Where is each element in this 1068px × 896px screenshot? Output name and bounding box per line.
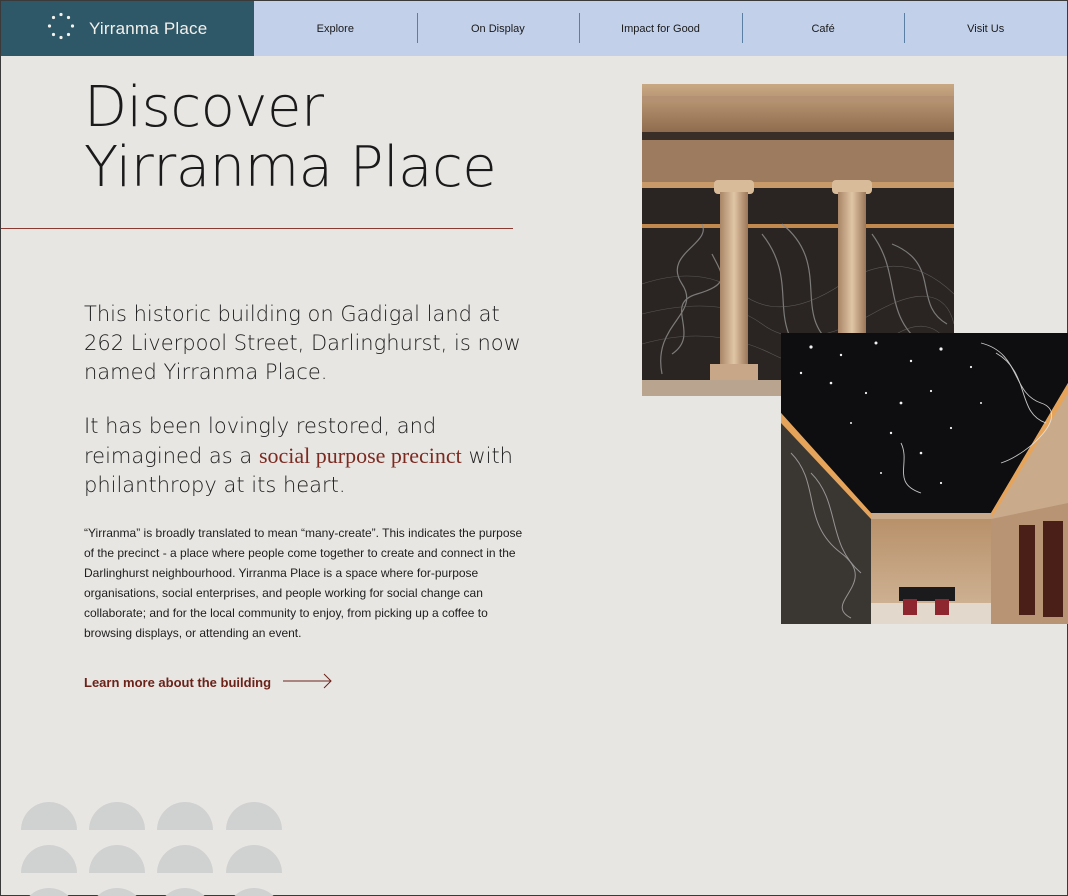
learn-more-label: Learn more about the building bbox=[84, 675, 272, 690]
site-header: Yirranma Place Explore On Display Impact… bbox=[1, 1, 1067, 56]
main-nav: Explore On Display Impact for Good Café … bbox=[254, 1, 1067, 56]
nav-impact-for-good[interactable]: Impact for Good bbox=[579, 1, 742, 56]
lead-paragraph-2: It has been lovingly restored, and reima… bbox=[84, 412, 524, 500]
brand-home-link[interactable]: Yirranma Place bbox=[1, 1, 254, 56]
arrow-right-icon bbox=[283, 673, 333, 692]
description-paragraph: “Yirranma” is broadly translated to mean… bbox=[84, 526, 523, 640]
nav-explore[interactable]: Explore bbox=[254, 1, 417, 56]
learn-more-link[interactable]: Learn more about the building bbox=[84, 673, 333, 692]
lead-paragraph-1: This historic building on Gadigal land a… bbox=[84, 302, 521, 384]
page-title: Discover Yirranma Place bbox=[84, 78, 544, 198]
title-divider bbox=[1, 228, 513, 229]
nav-cafe[interactable]: Café bbox=[741, 1, 905, 56]
starry-ceiling-corridor-photo bbox=[781, 333, 1068, 624]
nav-on-display[interactable]: On Display bbox=[416, 1, 580, 56]
nav-visit-us[interactable]: Visit Us bbox=[904, 1, 1067, 56]
brand-name: Yirranma Place bbox=[89, 18, 208, 38]
title-line-1: Discover bbox=[84, 75, 324, 140]
brand-logo-icon bbox=[47, 12, 75, 45]
lead-2-highlight: social purpose precinct bbox=[258, 443, 462, 468]
decorative-semicircle-pattern bbox=[21, 802, 291, 896]
title-line-2: Yirranma Place bbox=[84, 135, 497, 200]
